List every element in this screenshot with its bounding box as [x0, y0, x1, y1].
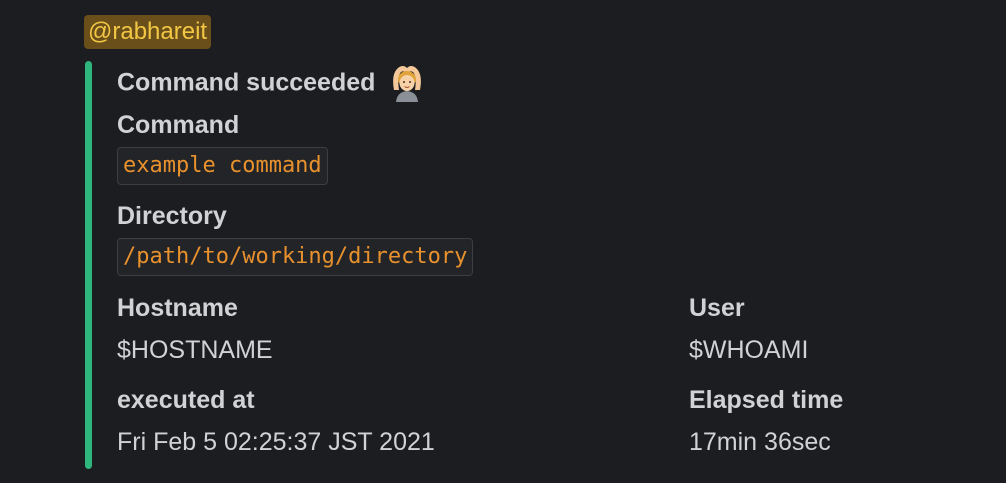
person-gesturing-ok-icon [386, 60, 428, 102]
attachment-title: Command succeeded [117, 63, 428, 105]
hostname-label: Hostname [117, 294, 238, 322]
elapsed-time-value: 17min 36sec [689, 428, 831, 456]
executed-at-value: Fri Feb 5 02:25:37 JST 2021 [117, 428, 435, 456]
hostname-value: $HOSTNAME [117, 336, 273, 364]
attachment-color-bar [85, 61, 92, 469]
message-attachment: Command succeeded Command example comman… [85, 61, 965, 469]
attachment-title-text: Command succeeded [117, 68, 376, 97]
command-label: Command [117, 111, 240, 139]
executed-at-label: executed at [117, 386, 255, 414]
user-value: $WHOAMI [689, 336, 809, 364]
command-code: example command [117, 147, 328, 185]
directory-code: /path/to/working/directory [117, 238, 474, 276]
elapsed-time-label: Elapsed time [689, 386, 844, 414]
message: @rabhareit Command succeeded Command exa… [0, 0, 1006, 483]
user-mention[interactable]: @rabhareit [84, 15, 212, 49]
user-label: User [689, 294, 745, 322]
directory-label: Directory [117, 202, 227, 230]
